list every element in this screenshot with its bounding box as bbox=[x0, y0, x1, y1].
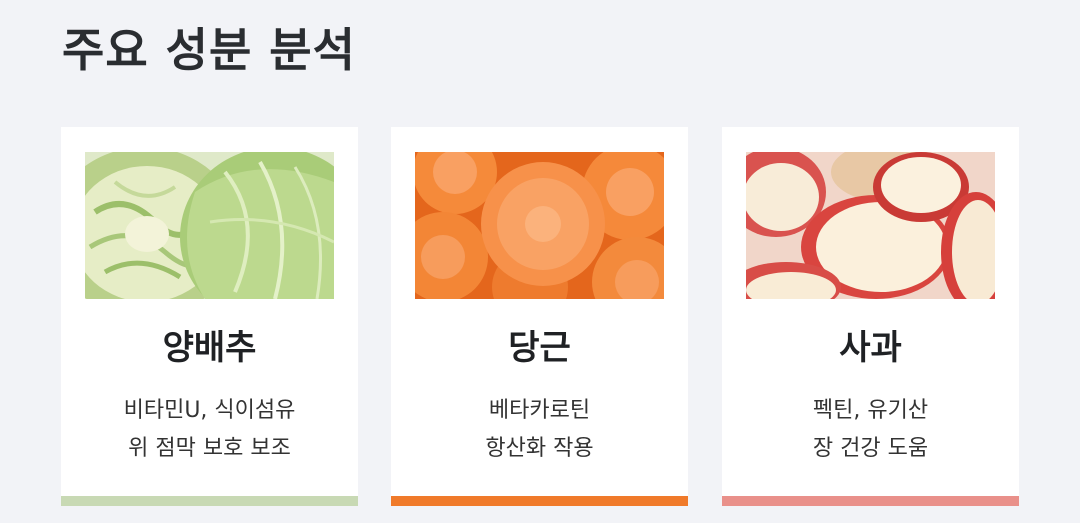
ingredient-name: 사과 bbox=[839, 328, 902, 368]
ingredient-description: 펙틴, 유기산 장 건강 도움 bbox=[722, 392, 1019, 468]
description-line: 장 건강 도움 bbox=[812, 436, 929, 461]
ingredient-name: 양배추 bbox=[162, 328, 257, 368]
page-title: 주요 성분 분석 bbox=[62, 23, 356, 77]
cabbage-image bbox=[85, 152, 334, 299]
page: 주요 성분 분석 양배추 비타민U, 식이섬유 위 점막 보호 보조 당근 베타… bbox=[0, 0, 1080, 523]
description-line: 펙틴, 유기산 bbox=[812, 398, 929, 423]
ingredient-name: 당근 bbox=[508, 328, 571, 368]
ingredient-description: 베타카로틴 항산화 작용 bbox=[391, 392, 688, 468]
ingredient-description: 비타민U, 식이섬유 위 점막 보호 보조 bbox=[61, 392, 358, 468]
accent-bar bbox=[391, 496, 688, 506]
accent-bar bbox=[61, 496, 358, 506]
description-line: 항산화 작용 bbox=[485, 436, 594, 461]
carrot-image bbox=[415, 152, 664, 299]
ingredient-card-carrot: 당근 베타카로틴 항산화 작용 bbox=[391, 127, 688, 506]
ingredient-card-cabbage: 양배추 비타민U, 식이섬유 위 점막 보호 보조 bbox=[61, 127, 358, 506]
apple-image bbox=[746, 152, 995, 299]
ingredient-card-apple: 사과 펙틴, 유기산 장 건강 도움 bbox=[722, 127, 1019, 506]
description-line: 베타카로틴 bbox=[488, 398, 591, 423]
description-line: 비타민U, 식이섬유 bbox=[123, 398, 296, 423]
description-line: 위 점막 보호 보조 bbox=[128, 436, 291, 461]
accent-bar bbox=[722, 496, 1019, 506]
